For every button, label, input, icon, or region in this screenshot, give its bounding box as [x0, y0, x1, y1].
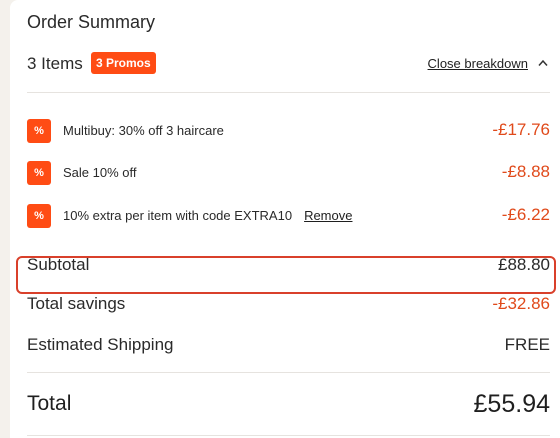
- items-header: 3 Items 3 Promos Close breakdown: [27, 52, 550, 78]
- promo-row-sale: % Sale 10% off -£8.88: [27, 161, 550, 185]
- close-breakdown-link[interactable]: Close breakdown: [428, 56, 528, 71]
- divider: [27, 92, 550, 93]
- savings-highlight-box: [16, 256, 556, 294]
- total-savings-row: Total savings -£32.86: [27, 291, 550, 317]
- promo-count-badge: 3 Promos: [91, 52, 156, 74]
- promo-label: Sale 10% off: [63, 165, 137, 180]
- total-row: Total £55.94: [27, 390, 550, 422]
- shipping-row: Estimated Shipping FREE: [27, 332, 550, 358]
- percent-icon: %: [27, 204, 51, 228]
- remove-promo-link[interactable]: Remove: [304, 208, 352, 223]
- chevron-up-icon[interactable]: [538, 59, 548, 67]
- total-label: Total: [27, 392, 72, 415]
- order-summary-card: Order Summary 3 Items 3 Promos Close bre…: [10, 0, 560, 438]
- order-summary-title: Order Summary: [27, 12, 156, 32]
- promo-label: Multibuy: 30% off 3 haircare: [63, 123, 224, 138]
- total-savings-value: -£32.86: [492, 294, 550, 313]
- percent-icon: %: [27, 119, 51, 143]
- percent-icon: %: [27, 161, 51, 185]
- promo-amount: -£6.22: [501, 205, 550, 224]
- promo-amount: -£17.76: [492, 120, 550, 139]
- promo-label-container: 10% extra per item with code EXTRA10 Remo…: [63, 208, 352, 223]
- shipping-label: Estimated Shipping: [27, 335, 174, 354]
- total-value: £55.94: [473, 390, 550, 418]
- promo-amount: -£8.88: [501, 162, 550, 181]
- items-count: 3 Items: [27, 54, 83, 73]
- total-savings-label: Total savings: [27, 294, 126, 313]
- promo-row-multibuy: % Multibuy: 30% off 3 haircare -£17.76: [27, 119, 550, 143]
- divider: [27, 435, 550, 436]
- promo-label: 10% extra per item with code EXTRA10: [63, 208, 293, 223]
- promo-row-extra10: % 10% extra per item with code EXTRA10 Re…: [27, 204, 550, 228]
- shipping-value: FREE: [504, 335, 550, 354]
- divider: [27, 372, 550, 373]
